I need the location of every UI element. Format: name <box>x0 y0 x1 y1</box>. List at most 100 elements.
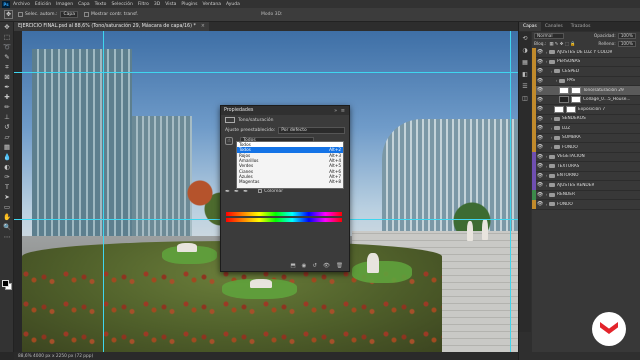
layer-row[interactable]: 👁 › AJUSTES DE LUZ Y COLOR <box>532 47 640 58</box>
adjustments-icon[interactable]: ◑ <box>519 44 531 56</box>
more-tools-icon[interactable]: ⋯ <box>0 232 14 242</box>
swatches-icon[interactable]: ▦ <box>519 56 531 68</box>
blur-icon[interactable]: 💧 <box>0 152 14 162</box>
type-icon[interactable]: T <box>0 182 14 192</box>
gradient-icon[interactable]: ▦ <box>0 142 14 152</box>
document-tab[interactable]: EJERCICIO FINAL.psd al 88,6% (Tono/satur… <box>14 22 209 31</box>
visibility-eye-icon[interactable]: 👁 <box>536 76 544 86</box>
visibility-eye-icon[interactable]: 👁 <box>536 152 544 162</box>
layer-row[interactable]: 👁 Exposición 7 <box>532 104 640 115</box>
guide-horizontal[interactable] <box>14 72 518 73</box>
clip-to-layer-icon[interactable]: ⬒ <box>290 263 295 269</box>
dodge-icon[interactable]: ◐ <box>0 162 14 172</box>
menu-capa[interactable]: Capa <box>78 2 90 7</box>
layer-row[interactable]: 👁 Tono/saturación 29 <box>532 85 640 96</box>
move-tool-icon[interactable]: ✥ <box>4 10 13 19</box>
trash-icon[interactable]: 🗑 <box>336 263 343 269</box>
view-previous-icon[interactable]: ◉ <box>302 263 307 269</box>
path-select-icon[interactable]: ➤ <box>0 192 14 202</box>
crop-icon[interactable]: ⌗ <box>0 62 14 72</box>
menu-plugins[interactable]: Plugins <box>181 2 197 7</box>
menu-archivo[interactable]: Archivo <box>13 2 30 7</box>
lasso-icon[interactable]: ➰ <box>0 42 14 52</box>
menu-ventana[interactable]: Ventana <box>202 2 220 7</box>
brush-icon[interactable]: ✏ <box>0 102 14 112</box>
visibility-eye-icon[interactable]: 👁 <box>536 190 544 200</box>
layer-mask-thumbnail[interactable] <box>571 86 581 94</box>
layer-row[interactable]: 👁 › SOMBRA <box>532 133 640 143</box>
layer-mask-thumbnail[interactable] <box>571 96 581 104</box>
tab-canales[interactable]: Canales <box>541 24 567 29</box>
close-icon[interactable]: × <box>201 24 205 29</box>
pen-icon[interactable]: ✑ <box>0 172 14 182</box>
menu-3d[interactable]: 3D <box>154 2 160 7</box>
move-icon[interactable]: ✥ <box>0 22 14 32</box>
lock-icons[interactable]: ▦ ✎ ✥ ⬚ 🔒 <box>549 42 575 47</box>
history-icon[interactable]: ⟲ <box>519 32 531 44</box>
visibility-icon[interactable]: 👁 <box>323 263 330 269</box>
opacity-input[interactable]: 100% <box>617 33 636 39</box>
channel-option-magentas[interactable]: Magentas Alt+8 <box>237 179 343 184</box>
quick-select-icon[interactable]: ✎ <box>0 52 14 62</box>
guide-vertical[interactable] <box>103 31 104 352</box>
layer-row[interactable]: 👁 › SENDEROS <box>532 114 640 124</box>
visibility-eye-icon[interactable]: 👁 <box>536 48 544 58</box>
targeted-adjustment-icon[interactable]: ☝ <box>225 136 233 145</box>
menu-filtro[interactable]: Filtro <box>138 2 149 7</box>
properties-icon[interactable]: ☰ <box>519 80 531 92</box>
frame-icon[interactable]: ⊠ <box>0 72 14 82</box>
layer-row[interactable]: 👁 › ENTORNO <box>532 171 640 181</box>
layer-row[interactable]: 👁 › TEXTURAS <box>532 161 640 172</box>
marquee-icon[interactable]: ⬚ <box>0 32 14 42</box>
libraries-icon[interactable]: ◫ <box>519 92 531 104</box>
layer-row[interactable]: 👁 › VEGETACIÓN <box>532 152 640 162</box>
blend-mode-dropdown[interactable]: Normal <box>534 33 564 39</box>
layer-row[interactable]: 👁 › CÉSPED <box>532 66 640 77</box>
visibility-eye-icon[interactable]: 👁 <box>536 200 544 210</box>
auto-select-checkbox[interactable] <box>18 12 23 17</box>
menu-texto[interactable]: Texto <box>95 2 107 7</box>
guide-vertical[interactable] <box>510 31 511 352</box>
layer-row[interactable]: 👁 › RENDER <box>532 190 640 200</box>
layer-row[interactable]: 👁 Collage_0...5_House... <box>532 95 640 105</box>
layer-row[interactable]: 👁 › AJUSTES RENDER <box>532 180 640 191</box>
fill-input[interactable]: 100% <box>617 41 636 47</box>
foreground-color-swatch[interactable] <box>2 280 9 287</box>
colorize-checkbox[interactable] <box>258 189 263 193</box>
properties-header[interactable]: Propiedades » ≡ <box>221 106 349 115</box>
layer-row[interactable]: 👁 › PERSONAS <box>532 57 640 67</box>
tab-capas[interactable]: Capas <box>519 22 541 31</box>
clone-stamp-icon[interactable]: ⊥ <box>0 112 14 122</box>
healing-icon[interactable]: ✚ <box>0 92 14 102</box>
layer-row[interactable]: 👁 › LUZ <box>532 123 640 134</box>
layer-row[interactable]: 👁 › PAS <box>532 76 640 86</box>
reset-icon[interactable]: ↺ <box>312 263 317 269</box>
visibility-eye-icon[interactable]: 👁 <box>536 67 544 77</box>
eraser-icon[interactable]: ▱ <box>0 132 14 142</box>
menu-imagen[interactable]: Imagen <box>56 2 73 7</box>
visibility-eye-icon[interactable]: 👁 <box>536 86 544 96</box>
layer-mask-thumbnail[interactable] <box>566 105 576 113</box>
visibility-eye-icon[interactable]: 👁 <box>536 133 544 143</box>
preset-dropdown[interactable]: Por defecto <box>278 126 345 134</box>
menu-edicion[interactable]: Edición <box>35 2 51 7</box>
zoom-icon[interactable]: 🔍 <box>0 222 14 232</box>
visibility-eye-icon[interactable]: 👁 <box>536 181 544 191</box>
visibility-eye-icon[interactable]: 👁 <box>536 162 544 172</box>
visibility-eye-icon[interactable]: 👁 <box>536 95 544 105</box>
hand-icon[interactable]: ✋ <box>0 212 14 222</box>
menu-ayuda[interactable]: Ayuda <box>226 2 240 7</box>
visibility-eye-icon[interactable]: 👁 <box>536 105 544 115</box>
visibility-eye-icon[interactable]: 👁 <box>536 124 544 134</box>
rectangle-icon[interactable]: ▭ <box>0 202 14 212</box>
history-brush-icon[interactable]: ↺ <box>0 122 14 132</box>
panel-menu-icon[interactable]: » ≡ <box>334 108 346 114</box>
visibility-eye-icon[interactable]: 👁 <box>536 171 544 181</box>
eyedropper-icon[interactable]: ✒ <box>0 82 14 92</box>
visibility-eye-icon[interactable]: 👁 <box>536 57 544 67</box>
visibility-eye-icon[interactable]: 👁 <box>536 143 544 153</box>
visibility-eye-icon[interactable]: 👁 <box>536 114 544 124</box>
auto-select-dropdown[interactable]: Capa <box>60 11 78 18</box>
tab-trazados[interactable]: Trazados <box>567 24 595 29</box>
color-icon[interactable]: ◧ <box>519 68 531 80</box>
